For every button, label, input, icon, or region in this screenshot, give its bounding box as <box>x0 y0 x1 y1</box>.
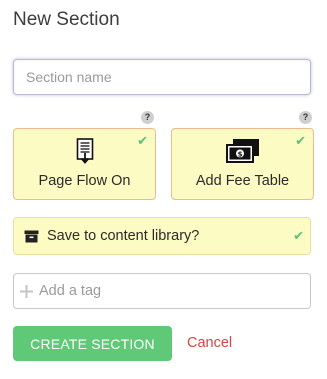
page-flow-help-icon[interactable]: ? <box>141 111 154 124</box>
money-table-icon: $ <box>172 137 313 165</box>
save-to-library-option[interactable]: Save to content library? ✔ <box>13 217 311 255</box>
dialog-title: New Section <box>13 9 120 30</box>
svg-text:$: $ <box>237 150 242 158</box>
cancel-link[interactable]: Cancel <box>187 335 232 351</box>
create-section-button[interactable]: CREATE SECTION <box>13 326 172 361</box>
save-to-library-label: Save to content library? <box>47 228 200 244</box>
page-flow-label: Page Flow On <box>38 173 131 189</box>
archive-box-icon <box>24 230 39 248</box>
page-flow-option[interactable]: ✔ Page Flow On <box>13 128 156 200</box>
section-name-input[interactable] <box>13 59 311 95</box>
fee-table-option[interactable]: ✔ $ Add Fee Table <box>171 128 314 200</box>
add-tag-placeholder: Add a tag <box>39 283 102 299</box>
add-tag-input[interactable]: Add a tag <box>13 273 311 309</box>
fee-table-label: Add Fee Table <box>195 173 290 189</box>
fee-table-help-icon[interactable]: ? <box>299 111 312 124</box>
library-check-icon: ✔ <box>293 228 304 243</box>
document-flow-icon <box>14 137 155 165</box>
plus-icon <box>19 284 34 304</box>
